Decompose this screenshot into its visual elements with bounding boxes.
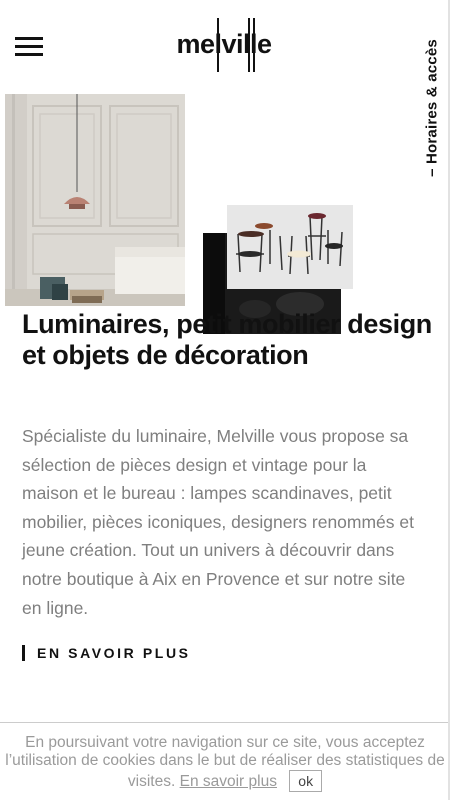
cookie-banner: En poursuivant votre navigation sur ce s… — [0, 722, 450, 800]
menu-icon[interactable] — [15, 35, 43, 57]
hero-collage — [5, 94, 353, 334]
logo-text: melville — [176, 29, 272, 59]
chairs-photo — [227, 205, 353, 289]
cookie-ok-button[interactable]: ok — [289, 770, 323, 792]
page-headline: Luminaires, petit mobilier design et obj… — [22, 309, 432, 370]
learn-more-link[interactable]: EN SAVOIR PLUS — [22, 645, 191, 661]
logo[interactable]: melville — [174, 18, 274, 72]
link-marker — [22, 645, 25, 661]
intro-paragraph: Spécialiste du luminaire, Melville vous … — [22, 426, 414, 618]
interior-photo — [5, 94, 185, 306]
cookie-more-link[interactable]: En savoir plus — [180, 773, 277, 790]
learn-more-label: EN SAVOIR PLUS — [37, 645, 191, 661]
